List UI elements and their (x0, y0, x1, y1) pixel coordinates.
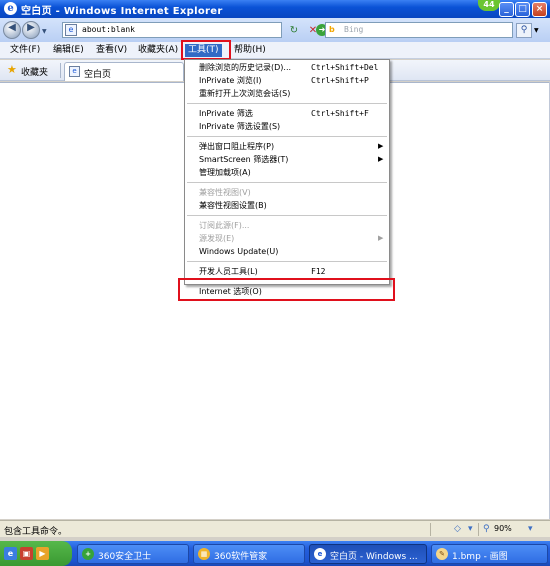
menu-separator (187, 261, 387, 262)
quicklaunch-player-icon[interactable]: ▶ (36, 547, 49, 560)
submenu-arrow-icon: ▶ (378, 155, 384, 163)
menu-inprivate-filter-settings[interactable]: InPrivate 筛选设置(S) (185, 121, 389, 132)
menu-smartscreen-filter[interactable]: SmartScreen 筛选器(T) ▶ (185, 154, 389, 165)
menu-windows-update[interactable]: Windows Update(U) (185, 246, 389, 257)
menu-view[interactable]: 查看(V) (93, 44, 130, 57)
search-input[interactable]: b Bing (325, 22, 513, 38)
menu-separator (187, 279, 387, 280)
search-options-icon[interactable]: ▼ (534, 23, 539, 38)
history-dropdown-icon[interactable]: ▼ (42, 28, 47, 35)
maximize-button[interactable]: □ (515, 2, 530, 17)
menu-developer-tools[interactable]: 开发人员工具(L) F12 (185, 266, 389, 277)
task-internet-explorer[interactable]: e 空白页 - Windows ... (309, 544, 427, 564)
menu-subscribe-feed: 订阅此源(F)... (199, 221, 250, 230)
status-text: 包含工具命令。 (4, 527, 68, 537)
360-security-icon: + (82, 548, 94, 560)
favorites-star-icon[interactable]: ★ (7, 64, 17, 75)
tab-label: 空白页 (84, 70, 112, 80)
zoom-level[interactable]: 90% (494, 524, 512, 533)
search-placeholder: Bing (344, 25, 364, 34)
menu-compat-view-settings[interactable]: 兼容性视图设置(B) (185, 200, 389, 211)
menu-feed-discovery: 源发现(E) ▶ (199, 234, 384, 243)
tools-menu: 删除浏览的历史记录(D)... Ctrl+Shift+Del InPrivate… (184, 59, 390, 285)
menu-separator (187, 103, 387, 104)
menu-bar: 文件(F) 编辑(E) 查看(V) 收藏夹(A) 工具(T) 帮助(H) (0, 42, 550, 59)
status-bar: 包含工具命令。 ◇ ▾ ⚲ 90% ▾ (0, 520, 550, 537)
close-button[interactable]: × (532, 2, 547, 17)
ie-task-icon: e (314, 548, 326, 560)
task-paint[interactable]: ✎ 1.bmp - 画图 (431, 544, 548, 564)
status-divider (478, 523, 479, 536)
menu-separator (187, 215, 387, 216)
360-software-icon: ▦ (198, 548, 210, 560)
tab-blank-page[interactable]: e 空白页 (64, 62, 184, 81)
search-icon[interactable]: ⚲ (516, 23, 532, 38)
menu-manage-addons[interactable]: 管理加载项(A) (185, 167, 389, 178)
taskbar: e ▣ ▶ + 360安全卫士 ▦ 360软件管家 e 空白页 - Window… (0, 541, 550, 566)
menu-inprivate-browsing[interactable]: InPrivate 浏览(I) Ctrl+Shift+P (185, 75, 389, 86)
menu-internet-options[interactable]: Internet 选项(O) (185, 286, 389, 297)
back-button[interactable]: ◀ (3, 21, 21, 39)
stop-icon[interactable]: ✕ (305, 23, 321, 38)
menu-file[interactable]: 文件(F) (7, 44, 43, 57)
tab-page-icon: e (69, 66, 80, 77)
forward-arrow-icon: ▶ (27, 22, 35, 33)
quicklaunch-ie-icon[interactable]: e (4, 547, 17, 560)
security-zone-icon[interactable]: ◇ (454, 523, 461, 536)
favorites-divider (60, 63, 61, 78)
menu-reopen-session[interactable]: 重新打开上次浏览会话(S) (185, 88, 389, 99)
zone-dropdown-icon[interactable]: ▾ (468, 523, 473, 536)
address-input[interactable]: e about:blank ➜ ▼ (62, 22, 342, 38)
bing-logo-icon: b (329, 25, 335, 34)
favorites-button[interactable]: 收藏夹 (21, 65, 48, 78)
task-360-security[interactable]: + 360安全卫士 (77, 544, 189, 564)
menu-popup-blocker[interactable]: 弹出窗口阻止程序(P) ▶ (185, 141, 389, 152)
back-arrow-icon: ◀ (8, 22, 16, 33)
title-bar: e 空白页 - Windows Internet Explorer 44 _ □… (0, 0, 550, 18)
menu-inprivate-filter[interactable]: InPrivate 筛选 Ctrl+Shift+F (185, 108, 389, 119)
menu-favorites[interactable]: 收藏夹(A) (135, 44, 181, 57)
submenu-arrow-icon: ▶ (378, 142, 384, 150)
address-url[interactable]: about:blank (82, 25, 135, 34)
notification-badge[interactable]: 44 (478, 0, 500, 11)
menu-separator (187, 136, 387, 137)
refresh-icon[interactable]: ↻ (286, 23, 302, 38)
menu-delete-history[interactable]: 删除浏览的历史记录(D)... Ctrl+Shift+Del (185, 62, 389, 73)
minimize-button[interactable]: _ (499, 2, 514, 17)
forward-button[interactable]: ▶ (22, 21, 40, 39)
quicklaunch-desktop-icon[interactable]: ▣ (20, 547, 33, 560)
menu-separator (187, 182, 387, 183)
page-icon: e (65, 24, 77, 36)
address-toolbar: ◀ ▶ ▼ e about:blank ➜ ▼ ↻ ✕ b Bing ⚲ ▼ (0, 18, 550, 42)
task-360-software[interactable]: ▦ 360软件管家 (193, 544, 305, 564)
zoom-dropdown-icon[interactable]: ▾ (528, 523, 533, 536)
menu-edit[interactable]: 编辑(E) (50, 44, 87, 57)
ie-logo-icon: e (4, 2, 17, 15)
paint-icon: ✎ (436, 548, 448, 560)
menu-tools[interactable]: 工具(T) (185, 44, 222, 57)
menu-help[interactable]: 帮助(H) (231, 44, 269, 57)
status-divider (430, 523, 431, 536)
window-title: 空白页 - Windows Internet Explorer (21, 6, 223, 17)
menu-compat-view: 兼容性视图(V) (199, 188, 251, 197)
submenu-arrow-icon: ▶ (378, 234, 384, 242)
zoom-icon[interactable]: ⚲ (483, 523, 490, 536)
